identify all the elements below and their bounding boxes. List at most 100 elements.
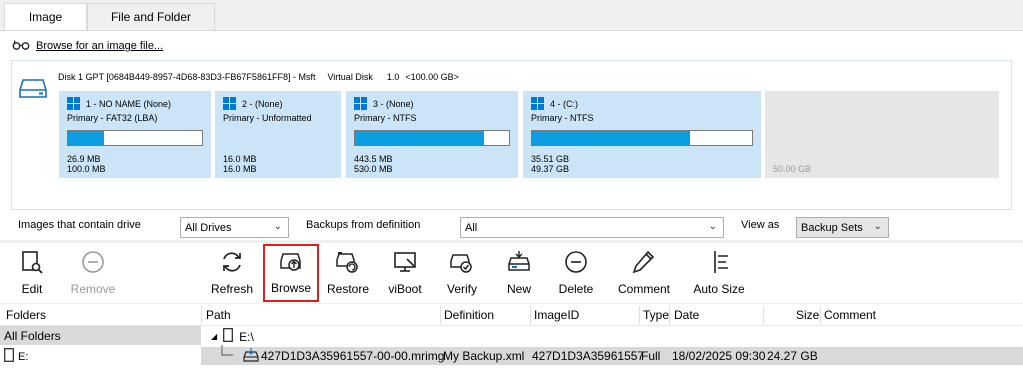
comment-button[interactable]: Comment [614,245,674,301]
windows-icon [354,97,367,110]
partition-usage-bar [67,130,203,146]
partition-used: 35.51 GB [531,154,570,164]
verify-icon [448,248,476,276]
remove-icon [79,248,107,276]
auto-size-icon [705,248,733,276]
auto-size-button[interactable]: Auto Size [690,245,748,301]
disk-header: Disk 1 GPT [0684B449-8957-4D68-83D3-FB67… [58,72,459,82]
column-divider[interactable] [440,306,441,324]
column-divider[interactable] [669,306,670,324]
restore-button[interactable]: Restore [324,245,372,301]
auto-size-label: Auto Size [693,282,745,296]
partition-2[interactable]: 2 - (None) Primary - Unformatted 16.0 MB… [215,91,341,178]
pencil-icon [630,248,658,276]
edit-button[interactable]: Edit [8,245,56,301]
cell-definition: My Backup.xml [443,349,525,363]
partition-title: 4 - (C:) [550,98,578,109]
partition-used: 26.9 MB [67,154,101,164]
backups-definition-label: Backups from definition [306,219,421,231]
partition-usage-bar [354,130,510,146]
partition-4[interactable]: 4 - (C:) Primary - NTFS 35.51 GB 49.37 G… [523,91,761,178]
file-icon [4,348,14,365]
verify-label: Verify [446,282,477,296]
unallocated-space[interactable]: 50.00 GB [765,91,999,178]
windows-icon [67,97,80,110]
folder-all[interactable]: All Folders [0,326,201,345]
refresh-button[interactable]: Refresh [208,245,256,301]
refresh-label: Refresh [210,282,254,296]
column-comment[interactable]: Comment [824,308,876,322]
tree-root[interactable]: ◢ E:\ [211,328,254,345]
view-as-label: View as [741,219,780,231]
column-folders[interactable]: Folders [6,308,46,322]
column-divider[interactable] [201,306,202,324]
edit-label: Edit [21,282,43,296]
remove-label: Remove [70,282,116,296]
partition-title: 1 - NO NAME (None) [86,98,172,109]
delete-label: Delete [558,282,594,296]
browse-image-link-label: Browse for an image file... [36,40,164,52]
column-divider[interactable] [820,306,821,324]
column-type[interactable]: Type [643,308,669,322]
column-divider[interactable] [763,306,764,324]
backups-definition-select[interactable]: All ⌄ [460,217,724,238]
browse-icon [277,247,305,275]
windows-icon [223,97,236,110]
disk-name: Disk 1 GPT [0684B449-8957-4D68-83D3-FB67… [58,72,316,82]
new-button[interactable]: New [500,245,538,301]
restore-label: Restore [326,282,370,296]
glasses-icon [12,39,30,54]
column-size[interactable]: Size [796,308,819,322]
partition-type: Primary - Unformatted [223,113,312,123]
chevron-down-icon: ⌄ [873,221,882,232]
tab-image[interactable]: Image [4,3,87,30]
partition-total: 530.0 MB [354,164,393,174]
column-divider[interactable] [530,306,531,324]
disk-version: 1.0 [386,72,400,82]
partition-3[interactable]: 3 - (None) Primary - NTFS 443.5 MB 530.0… [346,91,518,178]
viboot-button[interactable]: viBoot [380,245,430,301]
column-divider[interactable] [639,306,640,324]
column-definition[interactable]: Definition [444,308,494,322]
partition-usage-fill [355,131,485,145]
column-date[interactable]: Date [674,308,699,322]
column-path[interactable]: Path [206,308,231,322]
file-icon [223,328,234,345]
partition-total: 100.0 MB [67,164,106,174]
partition-usage-bar [531,130,753,146]
browse-image-link[interactable]: Browse for an image file... [12,38,163,54]
partition-type: Primary - NTFS [354,113,417,123]
disk-capacity: <100.00 GB> [405,72,459,82]
chevron-down-icon: ⌄ [708,221,717,232]
delete-button[interactable]: Delete [552,245,600,301]
browse-label: Browse [270,281,311,295]
images-drive-select[interactable]: All Drives ⌄ [180,217,289,238]
monitor-icon [391,248,419,276]
partition-used: 443.5 MB [354,154,393,164]
verify-button[interactable]: Verify [440,245,484,301]
browse-button[interactable]: Browse [263,244,319,302]
folder-drive-e[interactable]: E: [4,348,28,365]
tab-file-and-folder[interactable]: File and Folder [87,3,215,30]
tree-root-label: E:\ [239,329,254,344]
hard-disk-icon [18,78,48,103]
windows-icon [531,97,544,110]
partition-type: Primary - NTFS [531,113,594,123]
cell-date: 18/02/2025 09:30 [672,349,766,363]
chevron-down-icon: ⌄ [273,221,282,232]
edit-icon [18,248,46,276]
view-as-select[interactable]: Backup Sets ⌄ [796,217,889,238]
column-imageid[interactable]: ImageID [534,308,579,322]
cell-type: Full [641,349,661,363]
tree-connector [221,345,235,362]
partition-1[interactable]: 1 - NO NAME (None) Primary - FAT32 (LBA)… [59,91,211,178]
viboot-label: viBoot [388,282,422,296]
partition-usage-fill [68,131,105,145]
new-label: New [506,282,531,296]
partition-title: 3 - (None) [373,98,414,109]
remove-button[interactable]: Remove [66,245,120,301]
expand-triangle-icon[interactable]: ◢ [211,332,217,341]
partition-total: 16.0 MB [223,164,257,174]
comment-label: Comment [617,282,670,296]
folder-drive-label: E: [18,350,29,363]
